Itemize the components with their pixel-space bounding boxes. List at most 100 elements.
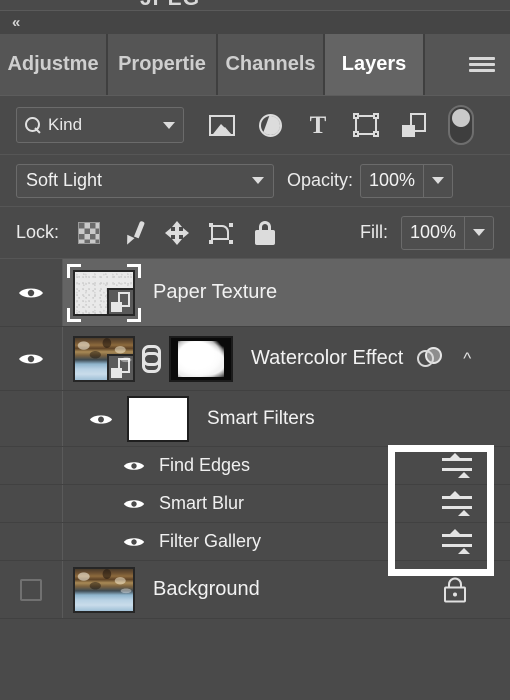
blending-options-icon[interactable] (442, 452, 472, 479)
layer-thumbnail-wrap[interactable] (73, 335, 135, 382)
filter-kind-label: Kind (48, 115, 83, 134)
layer-list: Paper Texture Watercolor Effect ^ Smart … (0, 258, 510, 619)
chevron-down-icon (432, 177, 445, 184)
smart-filter-spacer (0, 523, 62, 560)
smart-filter-name[interactable]: Smart Blur (159, 493, 244, 514)
layers-panel-body: Kind T Soft Light Opacity: 100% Lock: Fi… (0, 95, 510, 700)
layer-row-watercolor-effect[interactable]: Watercolor Effect ^ (0, 327, 510, 391)
paper-texture-thumbnail[interactable] (73, 269, 135, 316)
eye-icon[interactable] (123, 497, 145, 511)
fill-label: Fill: (360, 222, 388, 242)
tab-layers[interactable]: Layers (325, 34, 425, 95)
smart-filter-row-find-edges[interactable]: Find Edges (0, 447, 510, 485)
panel-collapse-bar[interactable]: « (0, 10, 510, 34)
smart-filters-row[interactable]: Smart Filters (0, 391, 510, 447)
filter-type-icons: T (198, 105, 474, 145)
filter-kind-select[interactable]: Kind (16, 107, 184, 143)
locked-padlock-icon[interactable] (444, 577, 466, 602)
shape-layers-filter-icon[interactable] (342, 105, 390, 145)
eye-icon[interactable] (89, 412, 113, 426)
smart-filter-row-filter-gallery[interactable]: Filter Gallery (0, 523, 510, 561)
opacity-dropdown-button[interactable] (424, 163, 454, 198)
fill-group: Fill: 100% (360, 215, 494, 250)
layer-visibility-toggle[interactable] (0, 561, 62, 618)
type-layers-filter-icon[interactable]: T (294, 105, 342, 145)
chevron-down-icon[interactable] (252, 177, 264, 184)
layer-visibility-toggle[interactable] (0, 259, 62, 326)
smart-filter-name[interactable]: Filter Gallery (159, 531, 261, 552)
lock-row: Lock: Fill: 100% (0, 206, 510, 258)
smart-filter-row-smart-blur[interactable]: Smart Blur (0, 485, 510, 523)
smart-filters-content[interactable]: Smart Filters (62, 391, 510, 446)
layer-visibility-toggle[interactable] (0, 327, 62, 390)
blend-mode-row: Soft Light Opacity: 100% (0, 154, 510, 206)
layer-mask-thumbnail[interactable] (169, 335, 233, 382)
lock-all-padlock-icon[interactable] (243, 215, 287, 251)
lock-image-pixels-brush-icon[interactable] (111, 215, 155, 251)
smart-filters-label: Smart Filters (207, 407, 315, 429)
tab-bar-spacer (425, 34, 454, 95)
smart-filter-name[interactable]: Find Edges (159, 455, 250, 476)
lock-icon-group (67, 215, 287, 251)
layer-row-background[interactable]: Background (0, 561, 510, 619)
tab-label: Channels (225, 53, 316, 75)
chevron-up-icon[interactable]: ^ (457, 350, 477, 367)
eye-icon[interactable] (123, 459, 145, 473)
hamburger-menu-icon[interactable] (469, 54, 495, 75)
photoshop-layers-panel: JPEG « Adjustme Propertie Channels Layer… (0, 0, 510, 700)
clipped-top-strip: JPEG (0, 0, 510, 10)
layer-filter-row: Kind T (0, 96, 510, 154)
smart-filter-content[interactable]: Find Edges (62, 447, 510, 484)
smart-object-filter-icon[interactable] (390, 105, 438, 145)
tab-label: Layers (341, 53, 407, 75)
eye-icon[interactable] (18, 351, 44, 367)
blending-options-icon[interactable] (442, 528, 472, 555)
layer-row-content[interactable]: Paper Texture (62, 259, 510, 326)
chevron-down-icon (473, 229, 485, 236)
panel-menu-button[interactable] (454, 34, 510, 95)
landscape-photo-thumbnail[interactable] (73, 335, 135, 382)
opacity-input[interactable]: 100% (360, 163, 425, 198)
lock-label: Lock: (16, 222, 60, 242)
double-chevron-left-icon[interactable]: « (12, 14, 20, 32)
smart-object-badge (107, 287, 133, 314)
tab-label: Propertie (118, 53, 206, 75)
landscape-photo-thumbnail[interactable] (73, 566, 135, 613)
pixel-layers-filter-icon[interactable] (198, 105, 246, 145)
lock-position-move-icon[interactable] (155, 215, 199, 251)
fill-dropdown-button[interactable] (465, 215, 494, 250)
blend-mode-select[interactable]: Soft Light (16, 163, 274, 198)
eye-icon[interactable] (123, 535, 145, 549)
eye-off-icon[interactable] (20, 578, 42, 601)
blend-mode-value: Soft Light (26, 170, 103, 190)
opacity-label: Opacity: (287, 170, 354, 190)
layer-name[interactable]: Paper Texture (153, 281, 277, 304)
tab-channels[interactable]: Channels (218, 34, 325, 95)
smart-filter-icon[interactable] (417, 346, 445, 371)
layer-row-content[interactable]: Watercolor Effect ^ (62, 327, 510, 390)
smart-filter-spacer (0, 447, 62, 484)
adjustment-layers-filter-icon[interactable] (246, 105, 294, 145)
blending-options-icon[interactable] (442, 490, 472, 517)
smart-filter-content[interactable]: Smart Blur (62, 485, 510, 522)
tab-adjustments[interactable]: Adjustme (0, 34, 108, 95)
mask-link-icon[interactable] (135, 342, 161, 376)
layer-row-content[interactable]: Background (62, 561, 510, 618)
toggle-knob (452, 109, 470, 127)
lock-artboard-nesting-icon[interactable] (199, 215, 243, 251)
layer-name[interactable]: Background (153, 578, 260, 601)
panel-tab-bar: Adjustme Propertie Channels Layers (0, 34, 510, 95)
smart-filter-spacer (0, 485, 62, 522)
layer-name[interactable]: Watercolor Effect (251, 347, 403, 370)
smart-filter-content[interactable]: Filter Gallery (62, 523, 510, 560)
eye-icon[interactable] (18, 285, 44, 301)
smart-filter-mask-thumbnail[interactable] (127, 395, 189, 442)
tab-properties[interactable]: Propertie (108, 34, 218, 95)
layer-row-paper-texture[interactable]: Paper Texture (0, 259, 510, 327)
lock-transparent-pixels-icon[interactable] (67, 215, 111, 251)
fill-input[interactable]: 100% (401, 215, 465, 250)
layer-thumbnail-wrap[interactable] (67, 263, 141, 322)
filter-toggle-switch[interactable] (448, 105, 474, 145)
chevron-down-icon[interactable] (163, 121, 175, 129)
smart-filters-spacer (0, 391, 62, 446)
